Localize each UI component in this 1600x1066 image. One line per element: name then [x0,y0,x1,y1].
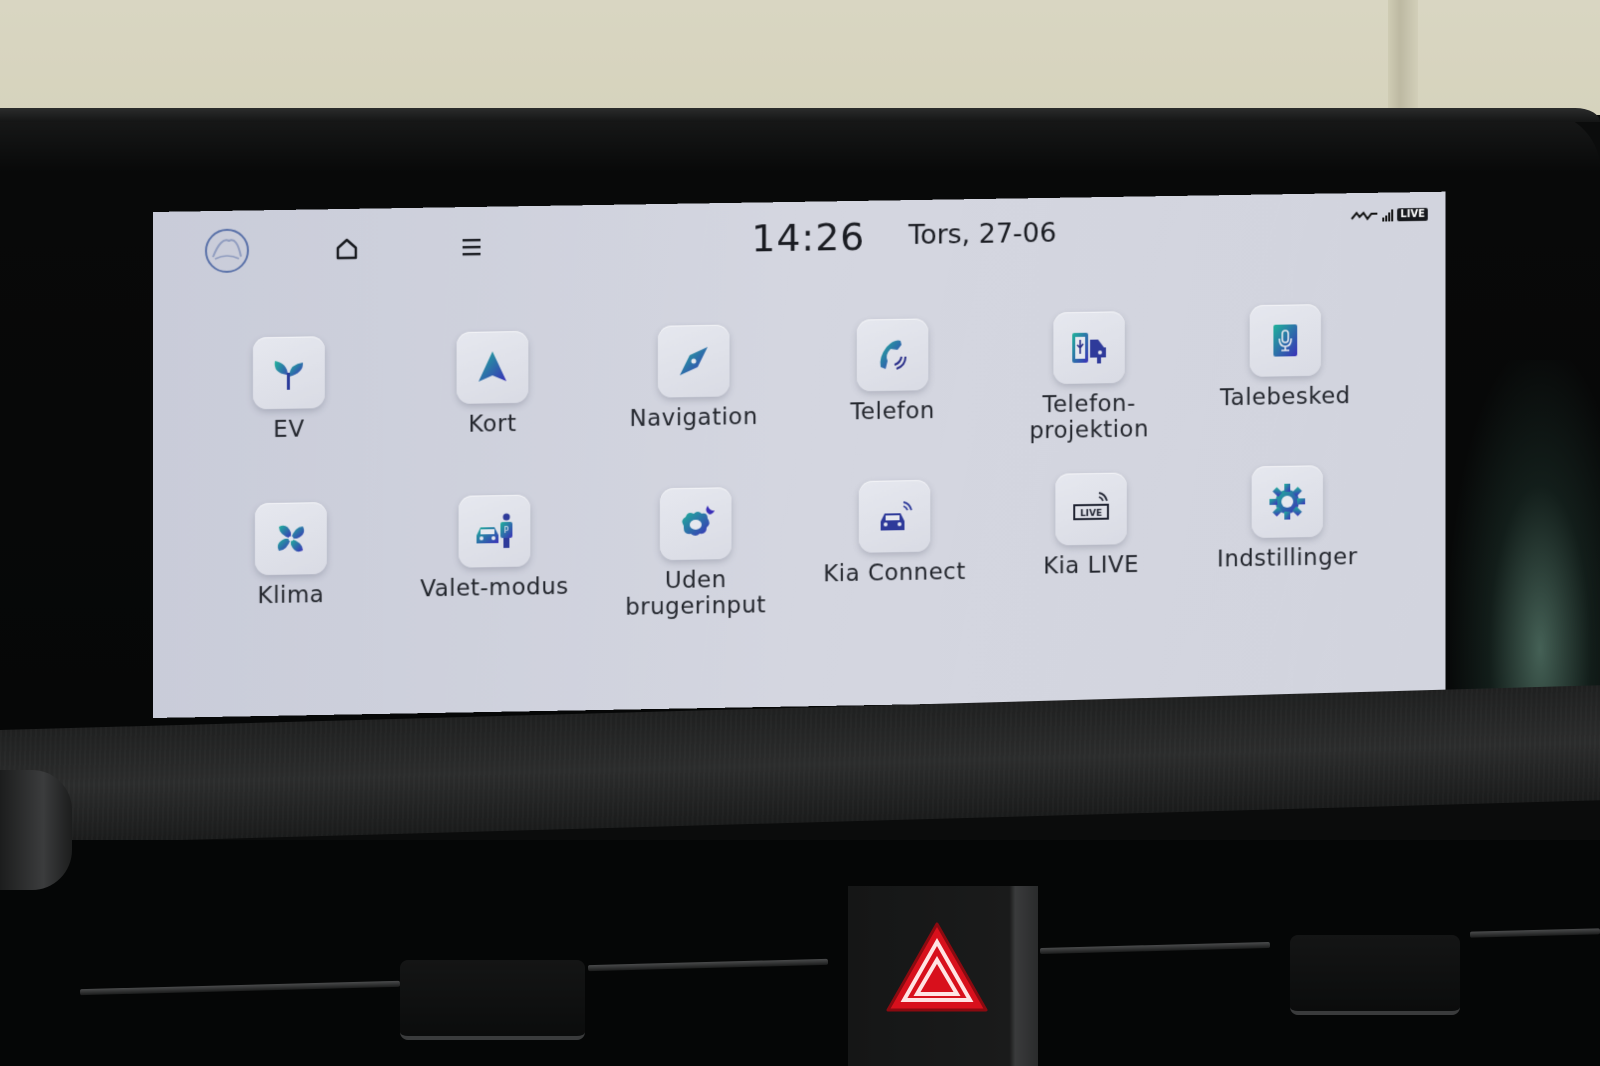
hazard-warning-icon [886,922,988,1012]
phone-projection-icon [1072,332,1106,364]
fan-icon [277,525,305,552]
infotainment-screen: 14:26 Tors, 27-06 LIVE EV Kort Navigatio… [153,191,1446,719]
app-ev[interactable]: EV [189,335,389,444]
app-uden-brugerinput[interactable]: Uden brugerinput [596,486,795,621]
phone-icon [880,340,915,378]
app-label: Telefon [850,398,935,426]
background-pillar [1388,0,1418,112]
app-tile [858,479,931,553]
app-klima[interactable]: Klima [191,501,391,610]
app-label: Telefon- projektion [1029,390,1149,445]
app-tile [254,502,327,576]
app-tile [252,336,325,410]
app-label: Kia LIVE [1043,551,1140,580]
signal-icon [1382,208,1394,222]
app-label: Kort [468,410,517,438]
app-kia-live[interactable]: LIVE Kia LIVE [992,471,1190,580]
app-label: Valet-modus [420,573,569,603]
kia-logo-button[interactable] [204,228,249,274]
app-kort[interactable]: Kort [393,330,592,439]
sprout-icon [274,361,304,391]
background-wall [0,0,1600,115]
kia-brand-icon [1351,210,1379,220]
app-grid: EV Kort Navigation Telefon Telefon- proj… [153,304,1446,621]
app-tile [456,330,529,404]
vent-control-right[interactable] [1290,935,1460,1015]
vent-control-left[interactable] [400,960,585,1040]
menu-button[interactable] [458,235,486,259]
home-button[interactable] [333,235,361,263]
app-tile: LIVE [1055,472,1127,546]
app-valet-modus[interactable]: P Valet-modus [395,494,594,603]
microphone-icon [1273,324,1298,357]
valet-icon: P [477,514,514,549]
home-icon [336,238,358,260]
app-tile [1251,465,1323,539]
app-tile [1249,304,1321,377]
sleep-mode-icon [682,505,715,536]
app-label: Navigation [629,403,758,433]
bezel-rim [0,108,1600,122]
kia-logo-icon [212,239,243,260]
app-label: Indstillinger [1217,544,1358,573]
clock: 14:26 [751,214,866,261]
connected-car-icon [880,494,917,531]
app-indstillinger[interactable]: Indstillinger [1188,464,1386,573]
map-arrow-icon [479,351,508,383]
hazard-button[interactable] [882,918,992,1018]
glass-reflection [1450,360,1600,700]
app-label: Kia Connect [823,558,966,588]
date: Tors, 27-06 [908,217,1057,251]
app-telefon-projektion[interactable]: Telefon- projektion [990,310,1188,445]
status-icons: LIVE [1351,207,1428,222]
valet-sign: P [504,526,509,535]
app-kia-connect[interactable]: Kia Connect [795,479,994,588]
app-label: Uden brugerinput [625,567,767,621]
live-service-icon: LIVE [1069,487,1113,532]
live-service-text: LIVE [1080,509,1102,519]
app-tile [1053,311,1125,385]
left-knob [0,770,72,890]
app-label: Talebesked [1220,383,1351,412]
app-navigation[interactable]: Navigation [594,324,793,433]
compass-icon [679,346,708,376]
app-tile [657,324,730,398]
app-talebesked[interactable]: Talebesked [1186,303,1384,412]
app-label: EV [273,416,305,443]
app-tile: P [458,494,531,568]
app-tile [856,318,929,392]
gear-icon [1269,483,1306,520]
app-tile [659,487,732,561]
app-telefon[interactable]: Telefon [793,317,992,426]
app-label: Klima [257,582,325,610]
menu-icon [463,239,482,256]
live-icon: LIVE [1397,207,1428,222]
